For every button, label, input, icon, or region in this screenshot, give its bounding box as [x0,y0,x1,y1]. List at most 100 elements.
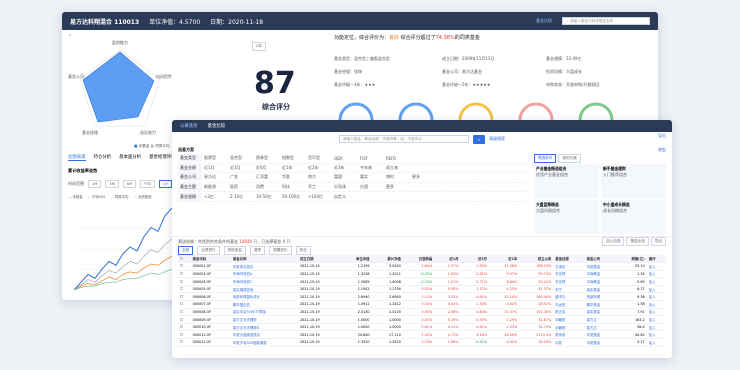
column-header[interactable]: 成立日期 [297,255,341,264]
tab-holdings[interactable]: 持仓分析 [94,154,112,161]
range-1y[interactable]: 1Y [159,180,172,188]
row-checkbox[interactable]: ☐ [178,308,191,317]
column-header[interactable]: 近1月 [434,255,461,264]
filter-option[interactable]: 消费 [256,184,280,190]
range-3m[interactable]: 3M [105,180,119,188]
compare-button[interactable]: 基金比较 [626,237,649,246]
row-checkbox[interactable]: ☐ [178,285,191,294]
table-row[interactable]: ☐ 000010.OF 易方达天天理财B 2021-10-19 1.0000 1.0000… [178,323,666,332]
column-header[interactable]: 近1年 [489,255,520,264]
table-cell[interactable]: 加入 [646,285,666,294]
table-cell[interactable]: 华夏成长混合 [230,262,298,271]
row-checkbox[interactable]: ☐ [178,323,191,332]
table-row[interactable]: ☐ 000011.OF 华夏大盘精选混合 2021-10-19 20.840 27.110… [178,330,666,340]
table-row[interactable]: ☐ 000005.OF 嘉实增强信用 2021-10-19 1.1042 1.2790 0.… [178,285,666,294]
column-header[interactable]: 操作 [646,255,666,264]
range-ytd[interactable]: YTD [140,180,156,188]
filter-option[interactable]: 近3年 [334,165,358,171]
row-checkbox[interactable]: ☐ [178,270,191,279]
card-industry[interactable]: 产业基金精选组合 优质产业基金组合 [534,164,599,198]
table-cell[interactable]: 易方达天天理财 [230,315,298,324]
card-bluechip[interactable]: 大盘蓝筹精选 大盘风格组合 [534,200,599,234]
filter-option[interactable]: QDII [334,156,358,161]
filter-option[interactable]: 科技 [282,184,306,190]
row-checkbox[interactable]: ☐ [178,300,191,309]
tab-conditions[interactable]: 筛选条件 [534,153,557,163]
column-header[interactable]: 近3月 [460,255,490,264]
table-cell[interactable]: 易方达天天理财B [230,323,298,332]
list-tab[interactable]: 持仓 [295,246,311,255]
filter-option[interactable]: 债券型 [256,155,280,161]
table-cell[interactable]: 加入 [646,338,666,347]
column-header[interactable]: 基金名称 [230,255,298,264]
filter-option[interactable]: 半导体 [334,184,358,190]
table-cell[interactable]: 嘉实中证500ETF联接 [230,308,298,317]
collapse-link[interactable]: 收起 [658,147,666,153]
filter-option[interactable]: 货币型 [308,155,332,161]
filter-option[interactable]: 近3月 [230,165,254,171]
row-checkbox[interactable]: ☐ [178,262,191,271]
filter-option[interactable]: 更多 [412,174,436,180]
period-select[interactable]: 2年 [252,32,266,51]
compare-link[interactable]: 基金比较 [536,18,552,24]
filter-option[interactable]: 10-50亿 [256,194,280,200]
range-6m[interactable]: 6M [122,180,137,188]
column-header[interactable]: 日涨跌幅 [402,255,435,264]
table-cell[interactable]: 加入 [646,315,666,324]
fund-search-input[interactable]: ⌕ 请输入基金代码或基金名称 [562,17,650,25]
filter-option[interactable]: 股票型 [204,155,228,161]
list-tab[interactable]: 费率 [249,246,266,255]
search-button[interactable]: ⌕ [472,134,486,144]
filter-option[interactable]: 成立来 [386,165,410,171]
nav-public-fund[interactable]: 公募基金 [180,123,198,129]
filter-option[interactable]: 军工 [308,184,332,190]
column-header[interactable]: 累计净值 [371,255,403,264]
filter-option[interactable]: 富国 [334,174,358,180]
nav-compare[interactable]: 基金比较 [208,123,226,129]
table-row[interactable]: ☐ 000001.OF 华夏成长混合 2021-10-19 1.2199 3.0240 1.… [178,262,666,271]
collapse-icon[interactable]: ⌃ [68,34,72,40]
table-cell[interactable]: 加入 [646,323,666,332]
filter-option[interactable]: 近1年 [282,165,306,171]
filter-option[interactable]: REITs [386,156,410,161]
filter-option[interactable]: 华夏 [282,174,306,180]
table-cell[interactable]: 加入 [646,277,666,286]
list-tab[interactable]: 全部 [178,246,194,255]
table-cell[interactable]: 加入 [646,300,666,309]
list-tab[interactable]: 规模变化 [269,246,292,255]
table-cell[interactable]: 西部利得量化成长 [230,292,298,302]
filter-option[interactable]: FOF [360,156,384,161]
table-cell[interactable]: 加入 [646,270,666,279]
table-row[interactable]: ☐ 000003.OF 中海可转债A 2021-10-19 1.3238 1.4211 -0… [178,270,666,279]
table-row[interactable]: ☐ 000009.OF 易方达天天理财 2021-10-19 1.0000 1.0000 0… [178,315,666,324]
filter-option[interactable]: 南方 [308,174,332,180]
list-tab[interactable]: 业绩排行 [197,246,220,255]
row-checkbox[interactable]: ☐ [178,330,191,340]
filter-option[interactable]: 自定义 [334,194,358,200]
column-header[interactable]: 成立以来 [519,255,554,264]
select-all-checkbox[interactable]: ☐ [178,255,191,264]
table-cell[interactable]: 中海可转债C [230,277,298,286]
filter-option[interactable]: 易方达 [204,174,228,180]
filter-option[interactable]: 50-100亿 [282,194,306,200]
advanced-search-link[interactable]: 高级搜索 [489,136,505,142]
table-cell[interactable]: 加入 [646,308,666,317]
table-cell[interactable]: 加入 [646,330,666,340]
filter-option[interactable]: 新能源 [204,184,228,190]
table-row[interactable]: ☐ 000004.OF 中海可转债C 2021-10-19 1.3085 1.4006 -0… [178,277,666,286]
row-checkbox[interactable]: ☐ [178,338,191,347]
filter-option[interactable]: 近2年 [308,165,332,171]
range-1m[interactable]: 1M [88,180,102,188]
row-checkbox[interactable]: ☐ [178,292,191,302]
column-header[interactable]: 基金公司 [584,255,616,264]
filter-option[interactable]: >100亿 [308,194,332,200]
filter-option[interactable]: 嘉实 [360,174,384,180]
filter-option[interactable]: 指数型 [282,155,306,161]
column-header[interactable]: 基金经理 [553,255,585,264]
tab-fundamentals[interactable]: 基本面分析 [119,154,141,161]
card-beginner[interactable]: 新手基金理财 入门推荐组合 [601,164,666,198]
filter-option[interactable]: 近1月 [204,165,228,171]
tab-my-plans[interactable]: 我的方案 [558,153,581,163]
filter-option[interactable]: <2亿 [204,194,228,200]
table-cell[interactable]: 嘉实增强信用 [230,285,298,294]
